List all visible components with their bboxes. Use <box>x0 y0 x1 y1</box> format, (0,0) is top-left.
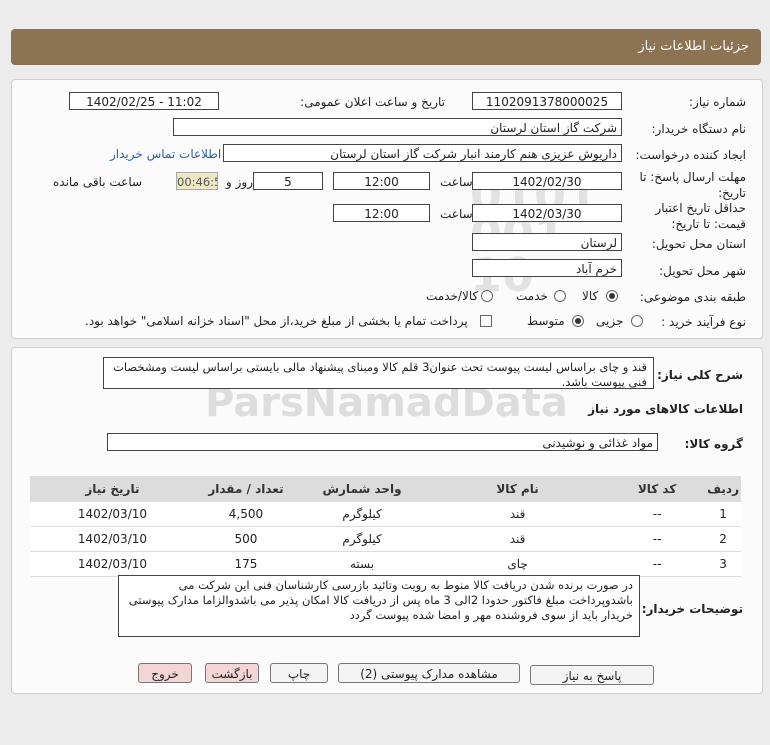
need-number-field[interactable]: 1102091378000025 <box>472 92 622 110</box>
need-number-label: شماره نیاز: <box>689 95 746 109</box>
cell-row-number: 1 <box>705 501 741 527</box>
process-radio-medium[interactable] <box>572 315 584 327</box>
table-header-row: ردیف کد کالا نام کالا واحد شمارش تعداد /… <box>30 476 741 502</box>
province-field[interactable]: لرستان <box>472 233 622 251</box>
cell-need-date: 1402/03/10 <box>30 526 195 552</box>
province-label: استان محل تحویل: <box>651 237 746 251</box>
cell-row-number: 3 <box>705 551 741 577</box>
buyer-notes-text: در صورت برنده شدن دریافت کالا منوط به رو… <box>128 578 633 622</box>
col-item-code: کد کالا <box>608 476 707 502</box>
deadline-date-field[interactable]: 1402/02/30 <box>472 172 622 190</box>
category-radio-goods[interactable] <box>606 290 618 302</box>
process-option-medium: متوسط <box>527 314 565 328</box>
goods-group-label: گروه کالا: <box>684 437 743 451</box>
cell-item-name: قند <box>426 526 609 552</box>
cell-unit: بسته <box>297 551 427 577</box>
col-unit: واحد شمارش <box>297 476 428 502</box>
announce-field[interactable]: 1402/02/25 - 11:02 <box>69 92 219 110</box>
table-row: 1 -- قند کیلوگرم 4,500 1402/03/10 <box>30 501 741 527</box>
validity-time-field[interactable]: 12:00 <box>333 204 430 222</box>
deadline-label: مهلت ارسال پاسخ: تا تاریخ: <box>639 169 746 201</box>
summary-label: شرح کلی نیاز: <box>657 368 743 382</box>
process-option-minor: جزیی <box>596 314 624 328</box>
days-label: روز و <box>226 175 253 189</box>
deadline-label-line2: تاریخ: <box>718 186 746 200</box>
deadline-time-label: ساعت <box>440 175 473 189</box>
days-field: 5 <box>253 172 323 190</box>
back-button[interactable]: بازگشت <box>205 663 259 683</box>
category-option-goods: کالا <box>582 289 599 303</box>
category-label: طبقه بندی موضوعی: <box>639 290 746 304</box>
validity-label-line2: قیمت: تا تاریخ: <box>671 217 746 231</box>
buyer-org-label: نام دستگاه خریدار: <box>651 122 747 136</box>
cell-quantity: 175 <box>194 551 298 577</box>
cell-item-name: قند <box>426 501 609 527</box>
cell-unit: کیلوگرم <box>297 501 427 527</box>
creator-label: ایجاد کننده درخواست: <box>635 148 746 162</box>
cell-item-code: -- <box>608 526 706 552</box>
process-radio-minor[interactable] <box>631 315 643 327</box>
col-quantity: تعداد / مقدار <box>193 476 299 502</box>
cell-unit: کیلوگرم <box>297 526 427 552</box>
announce-label: تاریخ و ساعت اعلان عمومی: <box>300 95 445 109</box>
category-radio-service[interactable] <box>554 290 566 302</box>
category-radio-both[interactable] <box>481 290 493 302</box>
col-item-name: نام کالا <box>426 476 610 502</box>
treasury-checkbox[interactable] <box>480 315 492 327</box>
print-button[interactable]: چاپ <box>270 663 328 683</box>
validity-time-label: ساعت <box>440 207 473 221</box>
category-option-service: خدمت <box>516 289 548 303</box>
remaining-timer: 00:46:50 <box>176 172 218 190</box>
category-option-both: کالا/خدمت <box>426 289 479 303</box>
table-row: 3 -- چای بسته 175 1402/03/10 <box>30 551 741 577</box>
cell-need-date: 1402/03/10 <box>30 501 195 527</box>
cell-item-code: -- <box>608 501 706 527</box>
reply-button[interactable]: پاسخ به نیاز <box>530 665 654 685</box>
goods-table: ردیف کد کالا نام کالا واحد شمارش تعداد /… <box>30 476 741 577</box>
validity-label: حداقل تاریخ اعتبار قیمت: تا تاریخ: <box>655 200 746 232</box>
summary-text: قند و چای براساس لیست پیوست تحت عنوان3 ق… <box>113 360 647 389</box>
cell-row-number: 2 <box>705 526 741 552</box>
payment-note: پرداخت تمام یا بخشی از مبلغ خرید،از محل … <box>85 314 468 328</box>
buyer-org-field[interactable]: شرکت گاز استان لرستان <box>173 118 622 136</box>
process-label: نوع فرآیند خرید : <box>661 315 746 329</box>
col-need-date: تاریخ نیاز <box>30 476 195 502</box>
cell-need-date: 1402/03/10 <box>30 551 195 577</box>
remaining-label: ساعت باقی مانده <box>53 175 143 189</box>
validity-label-line1: حداقل تاریخ اعتبار <box>655 201 746 215</box>
city-label: شهر محل تحویل: <box>659 264 746 278</box>
table-row: 2 -- قند کیلوگرم 500 1402/03/10 <box>30 526 741 552</box>
goods-info-title: اطلاعات کالاهای مورد نیاز <box>588 402 743 416</box>
validity-date-field[interactable]: 1402/03/30 <box>472 204 622 222</box>
col-row-number: ردیف <box>705 476 741 502</box>
deadline-time-field[interactable]: 12:00 <box>333 172 430 190</box>
deadline-label-line1: مهلت ارسال پاسخ: تا <box>639 170 746 184</box>
buyer-notes-field: در صورت برنده شدن دریافت کالا منوط به رو… <box>118 575 640 637</box>
city-field[interactable]: خرم آباد <box>472 259 622 277</box>
buyer-notes-label: توضیحات خریدار: <box>641 602 743 616</box>
contact-buyer-link[interactable]: اطلاعات تماس خریدار <box>110 147 221 161</box>
view-attachments-button[interactable]: مشاهده مدارک پیوستی (2) <box>338 663 520 683</box>
cell-quantity: 500 <box>194 526 298 552</box>
summary-field: قند و چای براساس لیست پیوست تحت عنوان3 ق… <box>103 357 654 389</box>
creator-field[interactable]: داریوش عزیزی هنم کارمند انبار شرکت گاز ا… <box>223 144 622 162</box>
cell-quantity: 4,500 <box>194 501 298 527</box>
page-header: جزئیات اطلاعات نیاز <box>11 29 761 65</box>
cell-item-name: چای <box>426 551 609 577</box>
exit-button[interactable]: خروج <box>138 663 192 683</box>
page-title: جزئیات اطلاعات نیاز <box>638 39 749 54</box>
cell-item-code: -- <box>608 551 706 577</box>
goods-group-field[interactable]: مواد غذائی و نوشیدنی <box>107 433 658 451</box>
